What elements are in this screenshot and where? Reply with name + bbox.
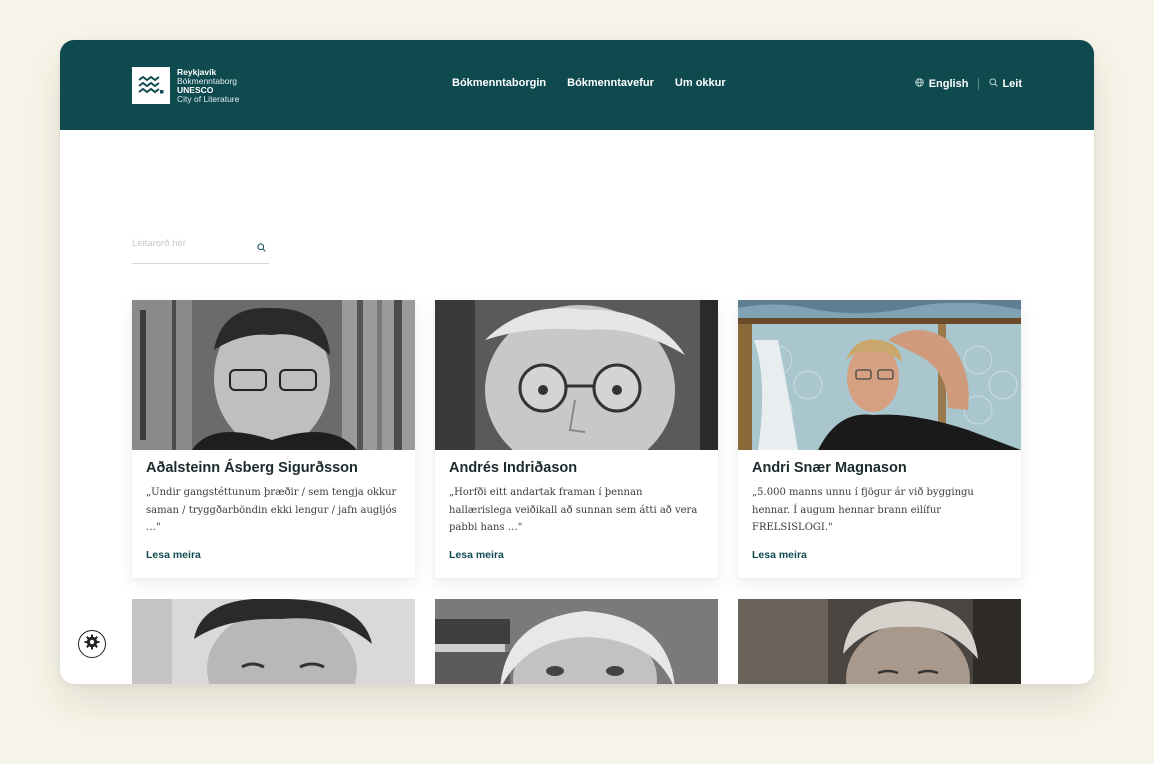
search-icon[interactable] xyxy=(257,239,266,257)
author-name: Andrés Indriðason xyxy=(449,460,578,476)
waves-logo-icon xyxy=(132,67,170,104)
cookie-settings-button[interactable] xyxy=(78,630,106,658)
site-logo[interactable]: Reykjavík Bókmenntaborg UNESCO City of L… xyxy=(132,67,239,104)
main-nav: Bókmenntaborgin Bókmenntavefur Um okkur xyxy=(452,77,726,89)
author-name: Andri Snær Magnason xyxy=(752,460,907,476)
read-more-link[interactable]: Lesa meira xyxy=(449,549,504,561)
logo-text: Reykjavík Bókmenntaborg UNESCO City of L… xyxy=(177,67,240,104)
author-card[interactable] xyxy=(132,599,415,684)
author-card[interactable]: Aðalsteinn Ásberg Sigurðsson „Undir gang… xyxy=(132,300,415,578)
author-quote: „5.000 manns unnu í fjögur ár við byggin… xyxy=(752,487,974,533)
author-photo xyxy=(132,300,415,450)
author-quote: „Undir gangstéttunum þræðir / sem tengja… xyxy=(146,487,397,533)
author-name: Aðalsteinn Ásberg Sigurðsson xyxy=(146,460,358,476)
author-card[interactable]: Andri Snær Magnason „5.000 manns unnu í … xyxy=(738,300,1021,578)
author-photo xyxy=(738,599,1021,684)
author-search xyxy=(132,233,269,264)
nav-um-okkur[interactable]: Um okkur xyxy=(675,77,726,89)
browser-window: Reykjavík Bókmenntaborg UNESCO City of L… xyxy=(60,40,1094,684)
author-quote: „Horfði eitt andartak framan í þennan ha… xyxy=(449,487,698,533)
author-photo xyxy=(738,300,1021,450)
search-icon xyxy=(989,78,999,90)
globe-icon xyxy=(915,78,924,90)
nav-bokmenntavefur[interactable]: Bókmenntavefur xyxy=(567,77,654,89)
author-card[interactable] xyxy=(738,599,1021,684)
gear-icon xyxy=(84,634,100,655)
header-search-button[interactable]: Leit xyxy=(989,78,1022,90)
nav-bokmenntaborgin[interactable]: Bókmenntaborgin xyxy=(452,77,546,89)
language-switch[interactable]: English xyxy=(915,78,969,90)
language-label: English xyxy=(928,78,969,90)
author-photo xyxy=(132,599,415,684)
read-more-link[interactable]: Lesa meira xyxy=(752,549,807,561)
author-photo xyxy=(435,300,718,450)
site-header: Reykjavík Bókmenntaborg UNESCO City of L… xyxy=(60,40,1094,130)
header-utilities: English Leit xyxy=(915,78,1022,90)
divider xyxy=(978,78,980,90)
author-card[interactable] xyxy=(435,599,718,684)
search-input[interactable] xyxy=(132,234,242,249)
read-more-link[interactable]: Lesa meira xyxy=(146,549,201,561)
author-card[interactable]: Andrés Indriðason „Horfði eitt andartak … xyxy=(435,300,718,578)
author-photo xyxy=(435,599,718,684)
logo-line-city-of-literature: City of Literature xyxy=(177,93,240,104)
search-label: Leit xyxy=(1002,78,1022,90)
